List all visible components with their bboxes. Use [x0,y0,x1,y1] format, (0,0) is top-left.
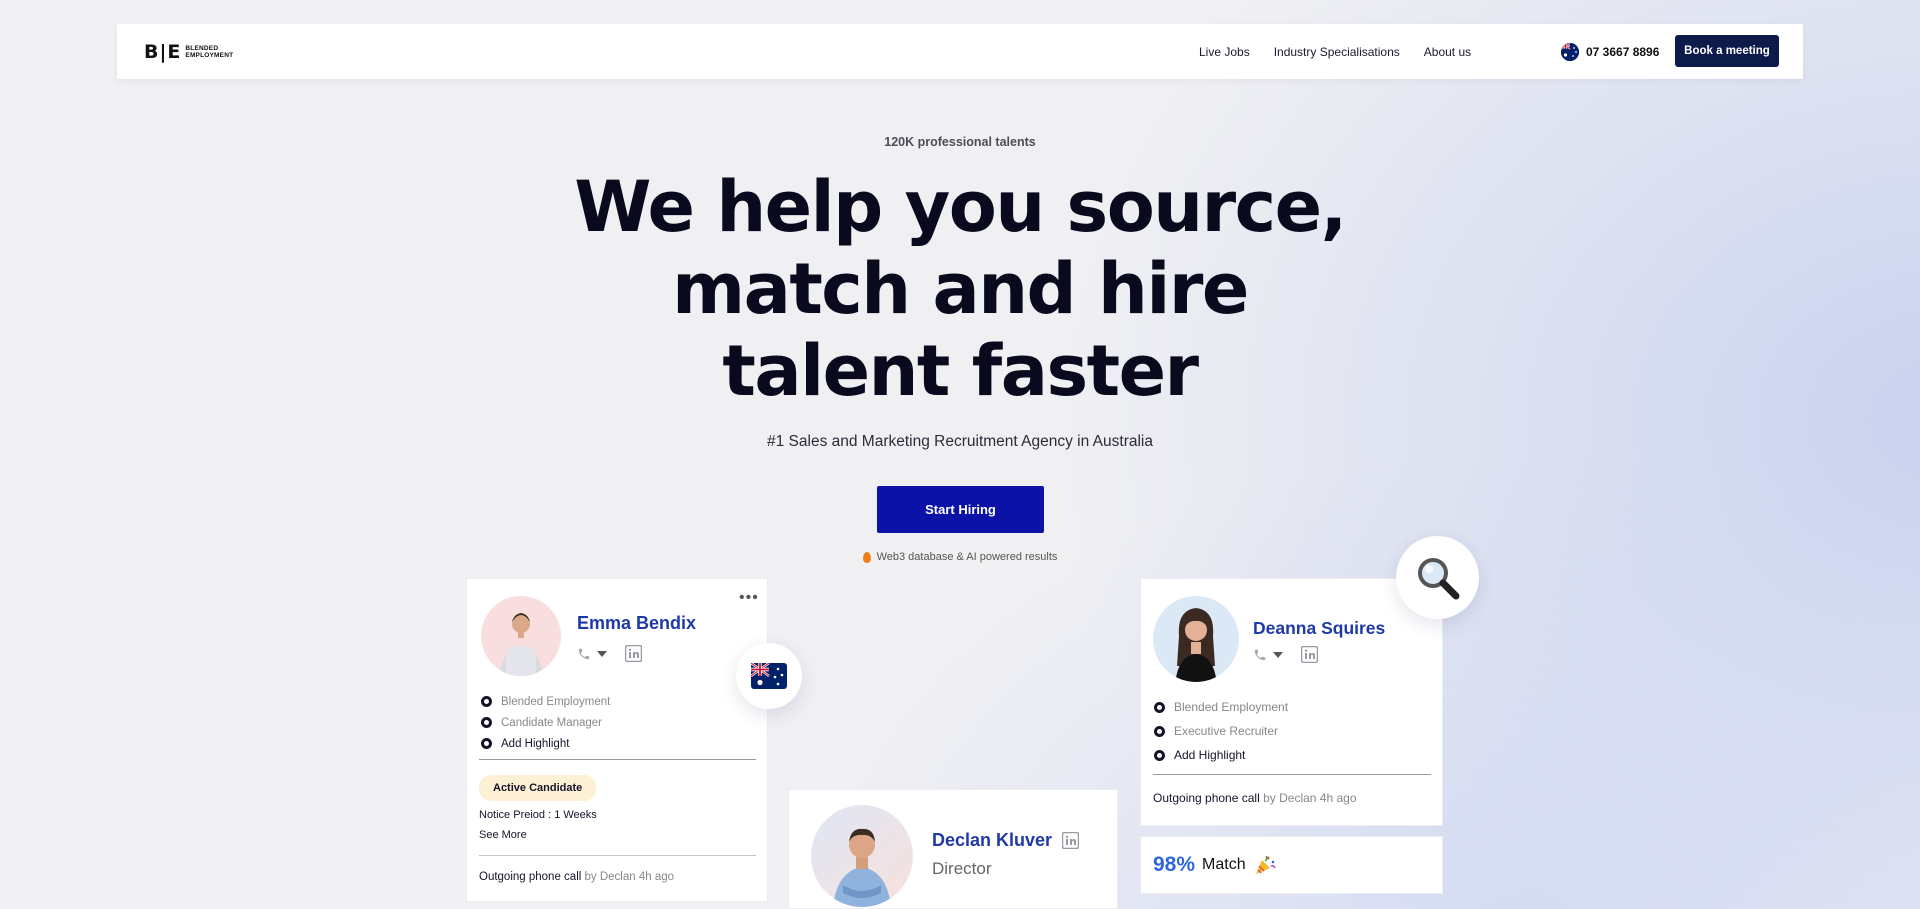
list-item-label: Add Highlight [1174,748,1246,762]
activity-meta: by Declan 4h ago [584,871,675,883]
start-hiring-button[interactable]: Start Hiring [877,486,1044,533]
headline-line-1: We help you source, [574,166,1347,248]
match-score-card: 98% Match [1140,836,1443,894]
notice-period: Notice Preiod : 1 Weeks [479,809,597,821]
australia-flag-icon [751,663,787,689]
hero-eyebrow: 120K professional talents [884,135,1036,149]
activity-entry: Outgoing phone call by Declan 4h ago [1153,791,1357,805]
list-item-label: Blended Employment [501,695,611,708]
avatar [1153,596,1239,682]
bullet-icon [481,717,492,728]
headline-line-3: talent faster [722,330,1199,412]
hero-subhead: #1 Sales and Marketing Recruitment Agenc… [767,433,1153,450]
magnifying-glass-icon [1417,557,1459,599]
list-item-label: Candidate Manager [501,716,603,729]
headline-line-2: match and hire [672,248,1249,330]
logo-line-1: BLENDED [185,44,219,52]
australia-flag-bubble [736,643,802,709]
chevron-down-icon[interactable] [597,650,607,658]
divider [1153,774,1431,775]
status-badge: Active Candidate [479,775,597,801]
australia-flag-icon [1561,42,1579,61]
divider [479,855,756,856]
activity-label: Outgoing phone call [479,871,582,883]
highlight-list: Blended Employment Executive Recruiter A… [1154,695,1288,767]
bullet-icon [1154,749,1165,761]
powered-text: Web3 database & AI powered results [876,551,1058,563]
list-item-label: Add Highlight [501,737,570,750]
chevron-down-icon[interactable] [1273,651,1283,659]
brand-logo[interactable]: B|E BLENDED EMPLOYMENT [144,41,233,63]
bullet-icon [481,738,492,749]
top-navigation: B|E BLENDED EMPLOYMENT Live Jobs Industr… [117,24,1803,79]
contact-icons [1253,646,1318,663]
nav-links: Live Jobs Industry Specialisations About… [1199,24,1471,79]
logo-wordmark: BLENDED EMPLOYMENT [185,45,233,60]
contact-icons [577,645,642,662]
flame-icon [862,551,871,563]
activity-meta: by Declan 4h ago [1263,791,1357,805]
match-label: Match [1202,856,1246,873]
list-item-label: Executive Recruiter [1174,724,1279,738]
phone-number: 07 3667 8896 [1586,44,1660,59]
phone-icon[interactable] [577,647,591,661]
add-highlight-item[interactable]: Add Highlight [481,733,610,754]
linkedin-icon[interactable] [1062,832,1080,849]
bullet-icon [1154,725,1165,737]
phone-icon[interactable] [1253,648,1267,662]
divider [479,759,756,760]
bullet-icon [481,696,492,707]
linkedin-icon[interactable] [625,645,642,662]
list-item-label: Blended Employment [1174,700,1289,714]
party-popper-icon [1255,855,1276,874]
list-item: Blended Employment [481,691,610,712]
candidate-name: Declan Kluver [932,830,1053,850]
phone-link[interactable]: 07 3667 8896 [1561,24,1659,79]
avatar [811,805,913,907]
highlight-list: Blended Employment Candidate Manager Add… [481,691,610,754]
nav-link-about-us[interactable]: About us [1424,45,1471,59]
candidate-name: Deanna Squires [1253,618,1386,638]
candidate-title: Director [932,859,992,878]
more-options-icon[interactable]: ••• [739,589,759,607]
add-highlight-item[interactable]: Add Highlight [1154,743,1288,767]
hero-headline: We help you source, match and hire talen… [0,166,1920,412]
candidate-header: Declan Kluver [932,830,1080,851]
logo-mark: B|E [144,41,182,63]
candidate-card-deanna: Deanna Squires Blended Employment Execut… [1140,578,1443,826]
candidate-card-declan: Declan Kluver Director [788,789,1118,909]
book-meeting-button[interactable]: Book a meeting [1675,35,1779,67]
powered-note: Web3 database & AI powered results [0,551,1920,563]
see-more-link[interactable]: See More [479,829,527,841]
bullet-icon [1154,701,1165,713]
list-item: Executive Recruiter [1154,719,1288,743]
list-item: Blended Employment [1154,695,1288,719]
activity-label: Outgoing phone call [1153,791,1260,805]
avatar [481,596,561,676]
nav-link-live-jobs[interactable]: Live Jobs [1199,45,1250,59]
list-item: Candidate Manager [481,712,610,733]
search-bubble [1396,536,1479,619]
logo-line-2: EMPLOYMENT [185,52,234,59]
linkedin-icon[interactable] [1301,646,1318,663]
activity-entry: Outgoing phone call by Declan 4h ago [479,871,674,883]
nav-link-industry-specialisations[interactable]: Industry Specialisations [1274,45,1400,59]
candidate-name: Emma Bendix [577,613,697,633]
candidate-card-emma: ••• Emma Bendix Blended Employment Candi… [466,578,768,902]
match-percent: 98% [1153,853,1196,876]
